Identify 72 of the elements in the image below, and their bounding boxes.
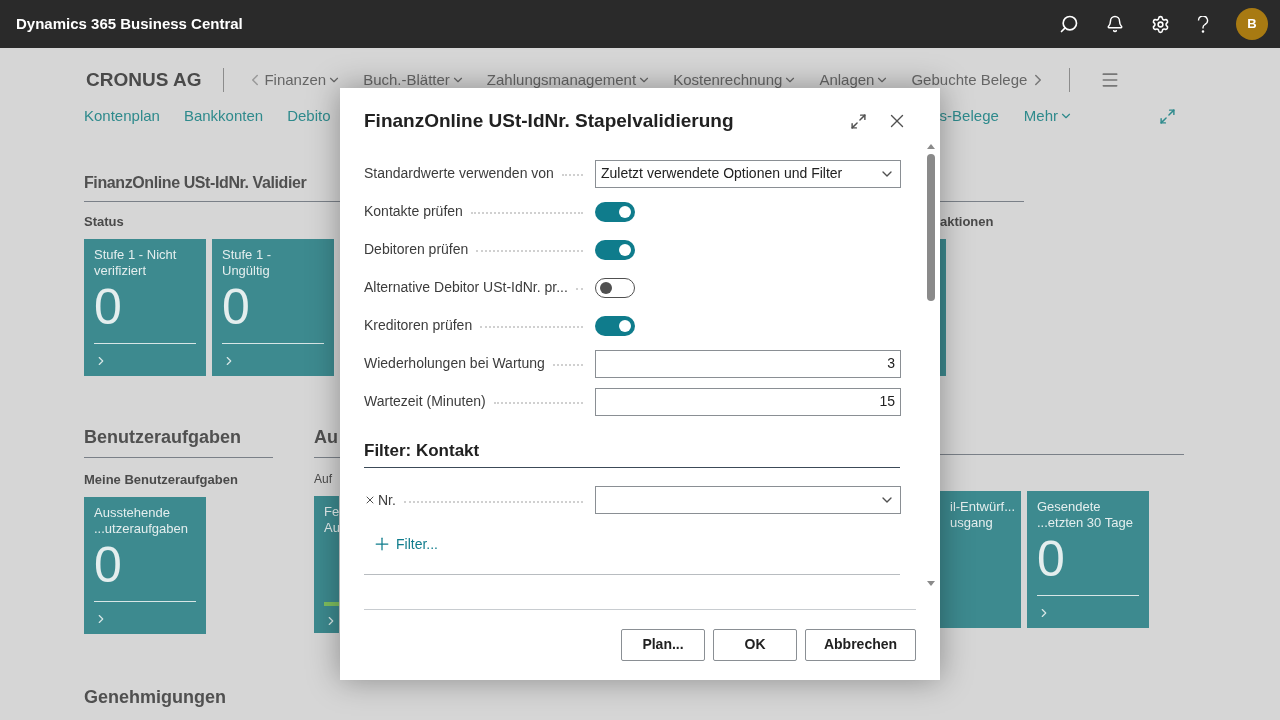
filter-field[interactable] — [595, 486, 901, 514]
nav-menu[interactable]: Anlagen — [819, 68, 890, 92]
help-icon[interactable] — [1197, 15, 1209, 33]
action-link[interactable]: s-Belege — [939, 104, 999, 128]
field-label: Kreditoren prüfen — [364, 316, 473, 335]
tile-count: 0 — [222, 278, 250, 335]
field-label: Standardwerte verwenden von — [364, 164, 554, 183]
tile[interactable]: Ausstehende ...utzeraufgaben 0 — [84, 497, 206, 634]
leader-line — [552, 364, 583, 366]
toggle-switch[interactable] — [595, 201, 635, 222]
tile[interactable]: Gesendete ...etzten 30 Tage 0 — [1027, 490, 1149, 628]
tile-label: Gesendete ...etzten 30 Tage — [1037, 498, 1134, 531]
tile[interactable]: il-Entwürf... usgang — [940, 490, 1021, 628]
toggle-switch[interactable] — [595, 277, 635, 298]
select-field[interactable]: Zuletzt verwendete Optionen und Filter — [595, 159, 901, 188]
avatar[interactable]: B — [1236, 8, 1268, 40]
nav-menu[interactable]: Zahlungsmanagement — [486, 68, 652, 92]
tile-count: 0 — [1037, 530, 1065, 587]
add-filter-button[interactable]: Filter... — [372, 533, 438, 555]
nav-menu[interactable]: Finanzen — [264, 68, 342, 92]
remove-filter-icon[interactable] — [364, 494, 376, 506]
section-title: Benutzeraufgaben — [84, 426, 242, 447]
bell-icon[interactable] — [1106, 15, 1124, 33]
toggle-switch[interactable] — [595, 239, 635, 260]
section-title: Genehmigungen — [84, 686, 227, 709]
action-link[interactable]: Mehr — [1023, 104, 1073, 128]
expand-icon[interactable] — [850, 112, 867, 130]
action-link[interactable]: Bankkonten — [183, 104, 264, 128]
number-field[interactable]: 15 — [595, 387, 901, 416]
section-title: FinanzOnline USt-IdNr. Validier — [84, 174, 307, 191]
field-label: Debitoren prüfen — [364, 240, 469, 259]
group-label: Meine Benutzeraufgaben — [84, 470, 239, 489]
field-label: Wiederholungen bei Wartung — [364, 354, 545, 373]
tile-count: 0 — [94, 278, 122, 335]
scrollbar[interactable] — [926, 143, 936, 586]
tile-label: Fe Au — [324, 503, 339, 536]
dialog-title: FinanzOnline USt-IdNr. Stapelvalidierung — [364, 109, 734, 133]
dialog-button[interactable]: Abbrechen — [805, 628, 916, 661]
nav-menu[interactable]: Kostenrechnung — [673, 68, 798, 92]
settings-icon[interactable] — [1151, 14, 1170, 34]
toggle-switch[interactable] — [595, 315, 635, 336]
tile-label: Stufe 1 - Nicht verifiziert — [94, 246, 178, 279]
leader-line — [561, 174, 583, 176]
nav-menu[interactable]: Gebuchte Belege — [911, 68, 1028, 92]
field-label: Nr. — [378, 490, 396, 510]
group-label: Auf — [314, 470, 333, 488]
field-label: Alternative Debitor USt-IdNr. pr... — [364, 278, 568, 297]
scroll-up-icon[interactable] — [927, 143, 935, 149]
action-link[interactable]: Kontenplan — [84, 104, 160, 128]
field-label: Wartezeit (Minuten) — [364, 392, 486, 411]
tile[interactable]: Fe Au — [314, 495, 339, 633]
leader-line — [575, 288, 583, 290]
company-name[interactable]: CRONUS AG — [86, 65, 202, 95]
tile[interactable]: Stufe 1 - Ungültig 0 — [212, 238, 334, 376]
tile-count: 0 — [94, 537, 122, 593]
dialog-button[interactable]: OK — [713, 628, 797, 661]
scroll-down-icon[interactable] — [927, 580, 935, 586]
dialog-button[interactable]: Plan... — [621, 628, 705, 661]
field-label: Kontakte prüfen — [364, 202, 463, 221]
action-link[interactable]: Debito — [287, 104, 331, 128]
search-icon[interactable] — [1059, 14, 1079, 34]
tile[interactable] — [940, 238, 946, 376]
tile[interactable]: Stufe 1 - Nicht verifiziert 0 — [84, 238, 206, 376]
group-label: Status — [84, 213, 124, 231]
group-label: aktionen — [940, 213, 994, 231]
tile-label: Ausstehende ...utzeraufgaben — [94, 505, 189, 537]
section-title: Filter: Kontakt — [364, 440, 480, 460]
number-field[interactable]: 3 — [595, 349, 901, 378]
section-title: Au — [314, 426, 338, 447]
nav-menu[interactable]: Buch.-Blätter — [363, 68, 465, 92]
app-title: Dynamics 365 Business Central — [16, 13, 243, 34]
tile-label: Stufe 1 - Ungültig — [222, 246, 273, 279]
